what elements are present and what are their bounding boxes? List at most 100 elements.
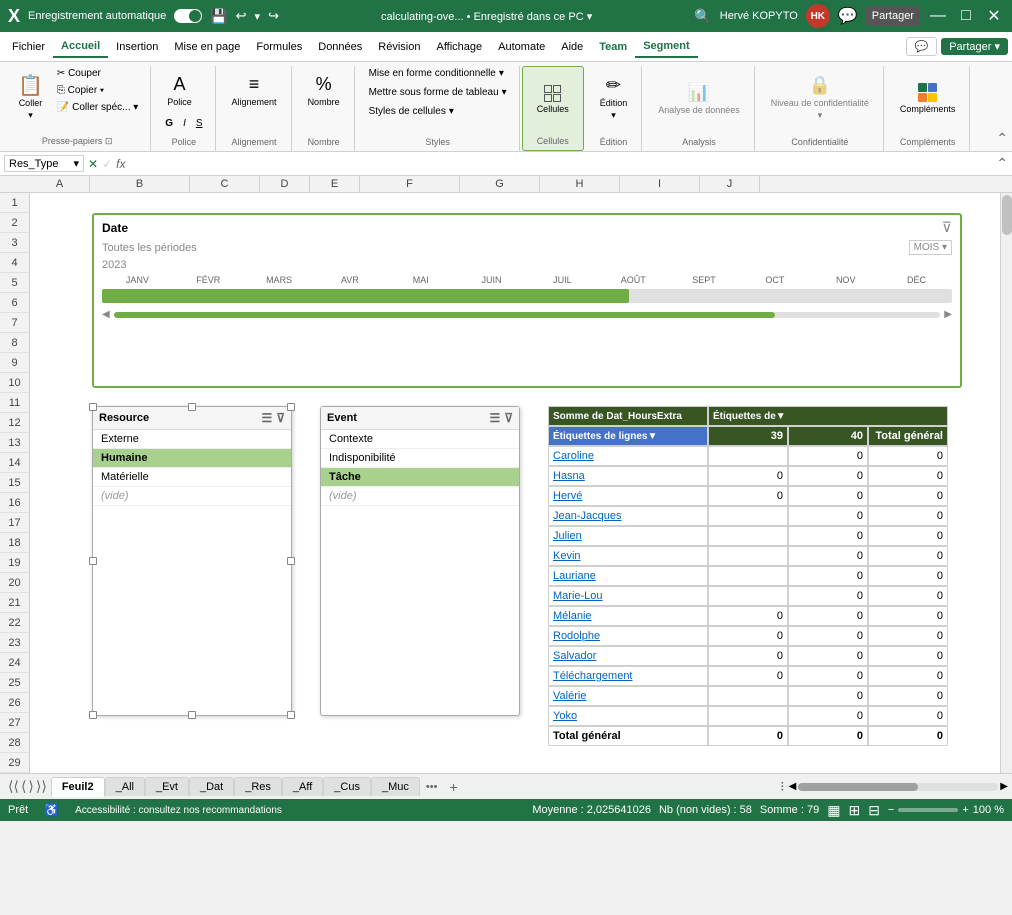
more-tabs-button[interactable]: ••• bbox=[420, 779, 444, 795]
pivot-name-hasna[interactable]: Hasna bbox=[548, 466, 708, 486]
col-header-d[interactable]: D bbox=[260, 176, 310, 192]
accessibility-icon[interactable]: ♿ bbox=[44, 803, 59, 817]
h-scroll-track[interactable] bbox=[798, 783, 998, 791]
pivot-name-telechargement[interactable]: Téléchargement bbox=[548, 666, 708, 686]
scroll-left-arrow[interactable]: ◀ bbox=[789, 781, 797, 792]
pivot-name-jean-jacques[interactable]: Jean-Jacques bbox=[548, 506, 708, 526]
autosave-toggle[interactable] bbox=[174, 9, 202, 23]
view-break-icon[interactable]: ⊟ bbox=[868, 802, 880, 819]
handle-ml[interactable] bbox=[89, 557, 97, 565]
name-box-arrow[interactable]: ▾ bbox=[73, 157, 79, 170]
underline-button[interactable]: S bbox=[192, 116, 207, 131]
partager-button[interactable]: Partager ▾ bbox=[941, 38, 1008, 55]
name-box[interactable]: Res_Type ▾ bbox=[4, 155, 84, 172]
undo-icon[interactable]: ↩ bbox=[236, 8, 247, 24]
nombre-button[interactable]: % Nombre bbox=[302, 66, 346, 114]
checkmark-icon[interactable]: ✕ bbox=[88, 157, 98, 171]
col-header-a[interactable]: A bbox=[30, 176, 90, 192]
pivot-name-yoko[interactable]: Yoko bbox=[548, 706, 708, 726]
menu-accueil[interactable]: Accueil bbox=[53, 36, 108, 58]
pivot-name-valerie[interactable]: Valérie bbox=[548, 686, 708, 706]
handle-tr[interactable] bbox=[287, 403, 295, 411]
col-header-c[interactable]: C bbox=[190, 176, 260, 192]
redo-icon[interactable]: ↪ bbox=[268, 8, 279, 24]
event-item-indisponibilite[interactable]: Indisponibilité bbox=[321, 449, 519, 468]
analyse-donnees-button[interactable]: 📊 Analyse de données bbox=[652, 66, 746, 130]
pivot-name-julien[interactable]: Julien bbox=[548, 526, 708, 546]
row-header-12[interactable]: 12 bbox=[0, 413, 29, 433]
nav-next-icon[interactable]: ⟩ bbox=[28, 778, 33, 795]
search-icon[interactable]: 🔍 bbox=[694, 8, 711, 25]
scroll-left-icon[interactable]: ◀ bbox=[102, 309, 110, 320]
avatar[interactable]: HK bbox=[806, 4, 830, 28]
share-button[interactable]: Partager bbox=[866, 6, 920, 26]
event-filter-icon[interactable]: ⊽ bbox=[504, 411, 513, 425]
date-bar-fill[interactable] bbox=[102, 289, 629, 303]
menu-automate[interactable]: Automate bbox=[490, 37, 553, 57]
nav-first-icon[interactable]: ⟨⟨ bbox=[8, 778, 19, 795]
vertical-scroll-thumb[interactable] bbox=[1002, 195, 1012, 235]
complements-button[interactable]: Compléments bbox=[894, 66, 962, 130]
police-button[interactable]: A Police bbox=[161, 66, 198, 114]
resource-item-materielle[interactable]: Matérielle bbox=[93, 468, 291, 487]
resource-filter-icon[interactable]: ⊽ bbox=[276, 411, 285, 425]
view-layout-icon[interactable]: ⊞ bbox=[848, 802, 860, 819]
formula-expand-icon[interactable]: ⌃ bbox=[996, 155, 1008, 172]
save-icon[interactable]: 💾 bbox=[210, 8, 227, 25]
row-header-9[interactable]: 9 bbox=[0, 353, 29, 373]
row-header-22[interactable]: 22 bbox=[0, 613, 29, 633]
col-header-i[interactable]: I bbox=[620, 176, 700, 192]
pivot-name-caroline[interactable]: Caroline bbox=[548, 446, 708, 466]
row-header-dropdown-icon[interactable]: ▼ bbox=[647, 431, 657, 442]
row-header-19[interactable]: 19 bbox=[0, 553, 29, 573]
tab-cus[interactable]: _Cus bbox=[323, 777, 371, 796]
row-header-2[interactable]: 2 bbox=[0, 213, 29, 233]
row-header-6[interactable]: 6 bbox=[0, 293, 29, 313]
col-header-j[interactable]: J bbox=[700, 176, 760, 192]
row-header-17[interactable]: 17 bbox=[0, 513, 29, 533]
bold-button[interactable]: G bbox=[161, 116, 177, 131]
row-header-11[interactable]: 11 bbox=[0, 393, 29, 413]
copier-button[interactable]: ⎘ Copier ▾ bbox=[53, 83, 142, 98]
formula-input[interactable] bbox=[129, 158, 992, 170]
row-header-20[interactable]: 20 bbox=[0, 573, 29, 593]
menu-donnees[interactable]: Données bbox=[310, 37, 370, 57]
tab-evt[interactable]: _Evt bbox=[145, 777, 189, 796]
menu-affichage[interactable]: Affichage bbox=[428, 37, 490, 57]
minimize-button[interactable]: — bbox=[928, 6, 948, 26]
row-header-29[interactable]: 29 bbox=[0, 753, 29, 773]
pivot-name-melanie[interactable]: Mélanie bbox=[548, 606, 708, 626]
coller-button[interactable]: 📋 Coller ▾ bbox=[12, 66, 49, 130]
coller-special-button[interactable]: 📝 Coller spéc... ▾ bbox=[53, 100, 142, 115]
row-header-16[interactable]: 16 bbox=[0, 493, 29, 513]
confidentialite-button[interactable]: 🔒 Niveau de confidentialité ▾ bbox=[765, 66, 875, 130]
comments-button[interactable]: 💬 bbox=[906, 37, 938, 56]
mettre-tableau-button[interactable]: Mettre sous forme de tableau ▾ bbox=[365, 85, 511, 100]
row-header-7[interactable]: 7 bbox=[0, 313, 29, 333]
menu-aide[interactable]: Aide bbox=[553, 37, 591, 57]
pivot-name-herve[interactable]: Hervé bbox=[548, 486, 708, 506]
cellules-button[interactable]: Cellules bbox=[531, 67, 575, 131]
view-normal-icon[interactable]: ▦ bbox=[827, 802, 840, 819]
col-header-g[interactable]: G bbox=[460, 176, 540, 192]
couper-button[interactable]: ✂ Couper bbox=[53, 66, 142, 81]
col-header-f[interactable]: F bbox=[360, 176, 460, 192]
sheet-options-icon[interactable]: ⁝ bbox=[780, 778, 784, 795]
pivot-name-rodolphe[interactable]: Rodolphe bbox=[548, 626, 708, 646]
zoom-control[interactable]: − + 100 % bbox=[888, 804, 1004, 816]
handle-mr[interactable] bbox=[287, 557, 295, 565]
styles-cellules-button[interactable]: Styles de cellules ▾ bbox=[365, 104, 458, 119]
handle-bm[interactable] bbox=[188, 711, 196, 719]
zoom-slider[interactable] bbox=[898, 808, 958, 812]
menu-team[interactable]: Team bbox=[591, 37, 635, 57]
menu-segment[interactable]: Segment bbox=[635, 36, 697, 58]
menu-revision[interactable]: Révision bbox=[370, 37, 428, 57]
menu-insertion[interactable]: Insertion bbox=[108, 37, 166, 57]
handle-bl[interactable] bbox=[89, 711, 97, 719]
row-header-24[interactable]: 24 bbox=[0, 653, 29, 673]
handle-tm[interactable] bbox=[188, 403, 196, 411]
menu-mise-en-page[interactable]: Mise en page bbox=[166, 37, 248, 57]
row-header-27[interactable]: 27 bbox=[0, 713, 29, 733]
date-bar[interactable] bbox=[102, 289, 952, 303]
pivot-name-kevin[interactable]: Kevin bbox=[548, 546, 708, 566]
